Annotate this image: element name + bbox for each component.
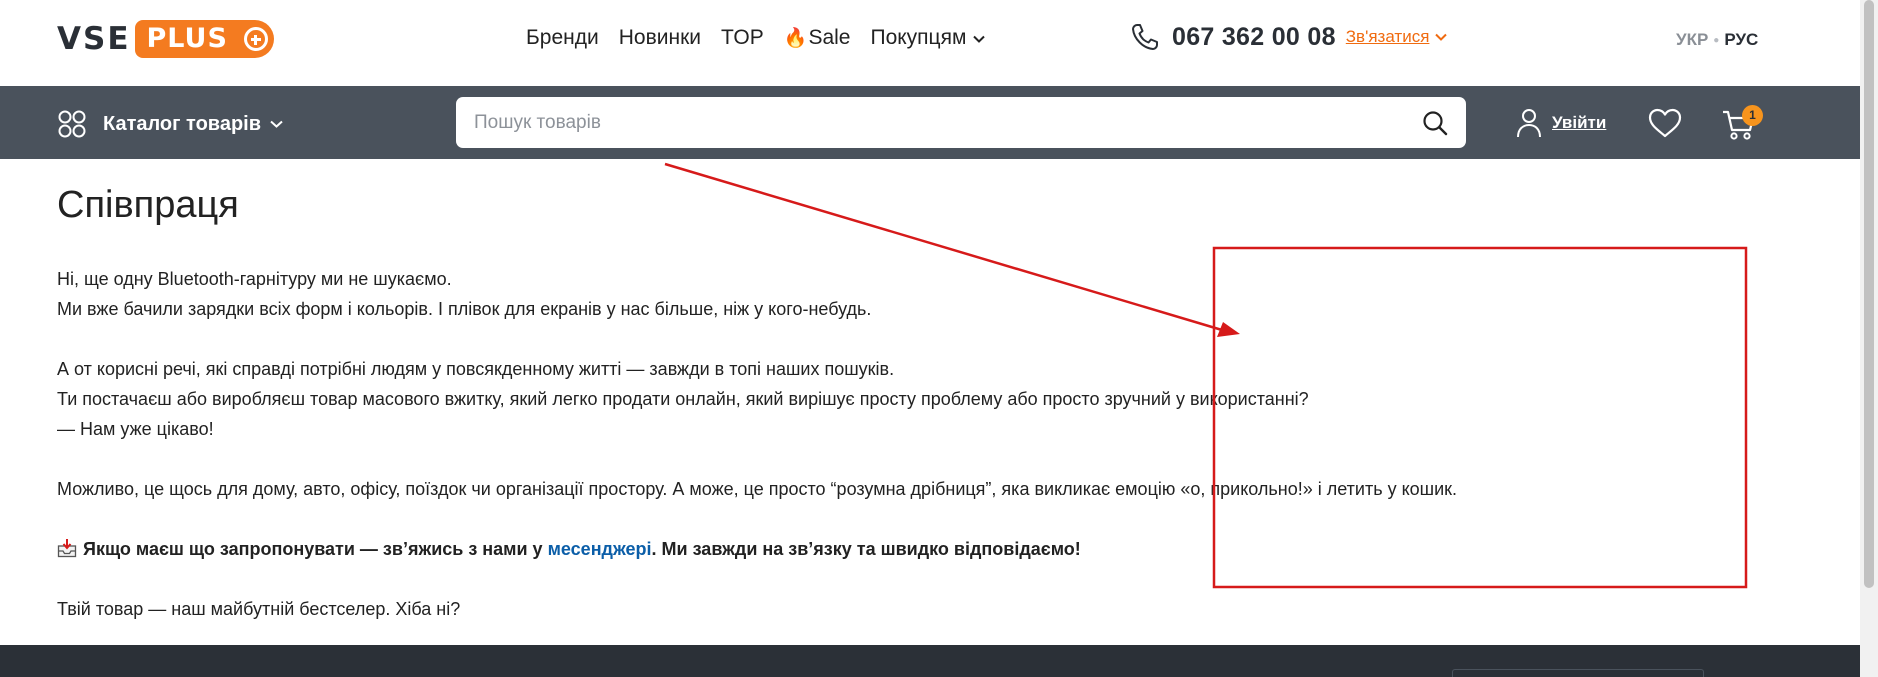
paragraph-5: — Нам уже цікаво! — [57, 419, 214, 439]
catalog-button[interactable]: Каталог товарів — [57, 109, 283, 139]
catalog-label: Каталог товарів — [103, 112, 262, 135]
user-icon — [1517, 109, 1541, 138]
scrollbar-thumb[interactable] — [1864, 0, 1874, 588]
footer — [0, 645, 1860, 677]
login-button[interactable]: Увійти — [1516, 108, 1606, 138]
chevron-down-icon — [270, 117, 283, 131]
heart-icon[interactable] — [1648, 108, 1682, 138]
logo-vse-text: VSE — [57, 21, 131, 57]
search-icon[interactable] — [1422, 110, 1448, 136]
nav-for-buyers-label: Покупцям — [870, 26, 967, 49]
page-content: Ні, ще одну Bluetooth-гарнітуру ми не шу… — [57, 264, 1517, 624]
phone-number[interactable]: 067 362 00 08 — [1172, 23, 1336, 52]
nav-sale-label: Sale — [808, 26, 851, 49]
login-label: Увійти — [1552, 113, 1607, 132]
catalog-grid-icon — [58, 110, 86, 138]
nav-top[interactable]: TOP — [721, 26, 764, 50]
search-box — [456, 97, 1466, 148]
contact-dropdown[interactable]: Зв'язатися — [1346, 27, 1430, 47]
paragraph-3: А от корисні речі, які справді потрібні … — [57, 359, 895, 379]
chevron-down-icon — [973, 32, 986, 46]
nav-for-buyers[interactable]: Покупцям — [870, 26, 986, 50]
site-logo[interactable]: VSE PLUS — [57, 20, 274, 58]
cta-paragraph: Якщо маєш що запропонувати — зв’яжись з … — [57, 534, 1517, 564]
paragraph-6: Можливо, це щось для дому, авто, офісу, … — [57, 479, 1458, 499]
fire-icon: 🔥 — [783, 28, 808, 49]
cart-button[interactable]: 1 — [1722, 105, 1764, 141]
nav-new[interactable]: Новинки — [619, 26, 701, 50]
main-nav: Бренди Новинки TOP 🔥 Sale Покупцям — [526, 26, 1005, 50]
top-header: VSE PLUS Бренди Новинки TOP 🔥 Sale Покуп… — [0, 0, 1860, 86]
nav-top-label: TOP — [720, 26, 764, 49]
nav-brands[interactable]: Бренди — [526, 26, 599, 50]
cart-count-badge: 1 — [1742, 105, 1763, 126]
phone-icon — [1132, 24, 1158, 50]
search-input[interactable] — [474, 97, 1404, 148]
catalog-search-bar: Каталог товарів Увійти 1 — [0, 86, 1860, 159]
inbox-tray-icon — [57, 539, 77, 558]
nav-brands-label: Бренди — [526, 26, 599, 49]
cta-text-end: . Ми завжди на зв’язку та швидко відпові… — [651, 539, 1081, 559]
phone-block: 067 362 00 08 Зв'язатися — [1130, 22, 1448, 52]
logo-plus-text: PLUS — [134, 20, 274, 58]
paragraph-8: Твій товар — наш майбутній бестселер. Хі… — [57, 599, 461, 619]
paragraph-1: Ні, ще одну Bluetooth-гарнітуру ми не шу… — [57, 269, 452, 289]
logo-plus-label: PLUS — [146, 23, 228, 54]
cta-text-start: Якщо маєш що запропонувати — зв’яжись з … — [83, 539, 548, 559]
nav-new-label: Новинки — [618, 26, 701, 49]
contact-chevron-down-icon[interactable] — [1435, 30, 1448, 44]
logo-plus-circle-icon — [243, 27, 268, 51]
lang-ukr[interactable]: УКР — [1676, 30, 1708, 50]
nav-sale[interactable]: 🔥 Sale — [784, 26, 851, 50]
lang-rus[interactable]: РУС — [1724, 30, 1758, 50]
paragraph-4: Ти постачаєш або виробляєш товар масовог… — [57, 389, 1309, 409]
paragraph-2: Ми вже бачили зарядки всіх форм і кольор… — [57, 299, 872, 319]
messenger-link[interactable]: месенджері — [548, 539, 652, 559]
page-title: Співпраця — [57, 184, 239, 226]
lang-separator: ● — [1713, 34, 1720, 46]
footer-widget — [1452, 669, 1704, 677]
language-switcher: УКР ● РУС — [1676, 30, 1758, 50]
